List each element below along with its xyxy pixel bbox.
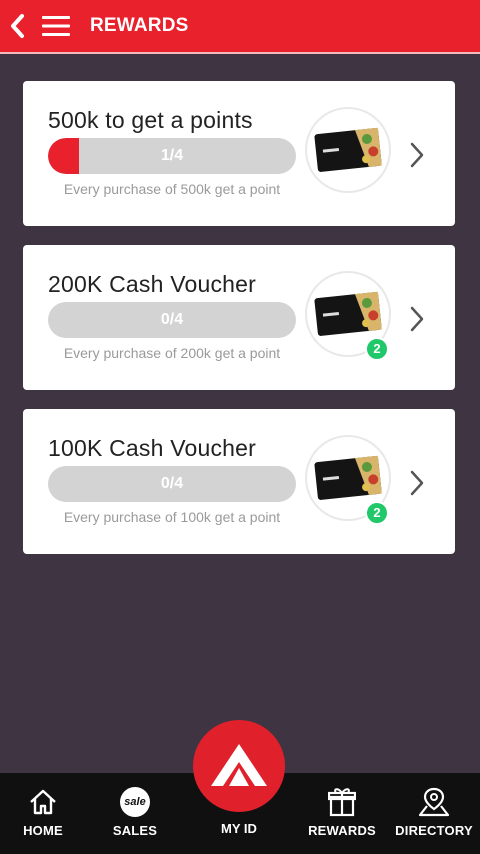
- sale-icon: sale: [120, 787, 150, 817]
- chevron-right-icon[interactable]: [407, 466, 427, 500]
- chevron-right-icon[interactable]: [407, 138, 427, 172]
- top-app-bar: REWARDS: [0, 0, 480, 54]
- my-id-button[interactable]: [193, 720, 285, 812]
- back-arrow-icon: [11, 14, 24, 38]
- nav-rewards[interactable]: REWARDS: [300, 773, 384, 854]
- progress-bar: 0/4: [48, 466, 296, 502]
- nav-label: DIRECTORY: [395, 823, 473, 838]
- progress-text: 0/4: [160, 311, 184, 328]
- page-title: REWARDS: [90, 15, 189, 36]
- menu-button[interactable]: [38, 0, 74, 53]
- gift-icon: [328, 788, 356, 817]
- nav-label: HOME: [23, 823, 63, 838]
- gift-card-image: [305, 107, 391, 193]
- logo-icon: [211, 744, 267, 786]
- nav-directory[interactable]: DIRECTORY: [392, 773, 476, 854]
- reward-description: Every purchase of 200k get a point: [63, 345, 281, 361]
- nav-label: SALES: [112, 823, 158, 838]
- progress-text: 0/4: [160, 475, 184, 492]
- gift-card-thumbnail: [314, 455, 382, 500]
- home-icon: [30, 789, 56, 815]
- hamburger-menu-icon: [42, 16, 70, 36]
- gift-card-thumbnail: [314, 127, 382, 172]
- nav-label-myid: MY ID: [221, 821, 257, 836]
- count-badge: 2: [365, 501, 389, 525]
- back-button[interactable]: [2, 0, 32, 53]
- progress-bar: 1/4: [48, 138, 296, 174]
- reward-card[interactable]: 100K Cash Voucher 0/4 Every purchase of …: [23, 409, 455, 554]
- reward-card[interactable]: 500k to get a points 1/4 Every purchase …: [23, 81, 455, 226]
- reward-description: Every purchase of 100k get a point: [63, 509, 281, 525]
- gift-card-thumbnail: [314, 291, 382, 336]
- count-badge: 2: [365, 337, 389, 361]
- nav-label: REWARDS: [308, 823, 376, 838]
- reward-card[interactable]: 200K Cash Voucher 0/4 Every purchase of …: [23, 245, 455, 390]
- location-pin-icon: [418, 787, 450, 817]
- nav-home[interactable]: HOME: [4, 773, 82, 854]
- reward-title: 500k to get a points: [48, 107, 253, 133]
- nav-sales[interactable]: sale SALES: [96, 773, 174, 854]
- chevron-right-icon[interactable]: [407, 302, 427, 336]
- reward-title: 100K Cash Voucher: [48, 435, 256, 461]
- reward-description: Every purchase of 500k get a point: [63, 181, 281, 197]
- progress-text: 1/4: [160, 147, 184, 164]
- reward-title: 200K Cash Voucher: [48, 271, 256, 297]
- progress-bar: 0/4: [48, 302, 296, 338]
